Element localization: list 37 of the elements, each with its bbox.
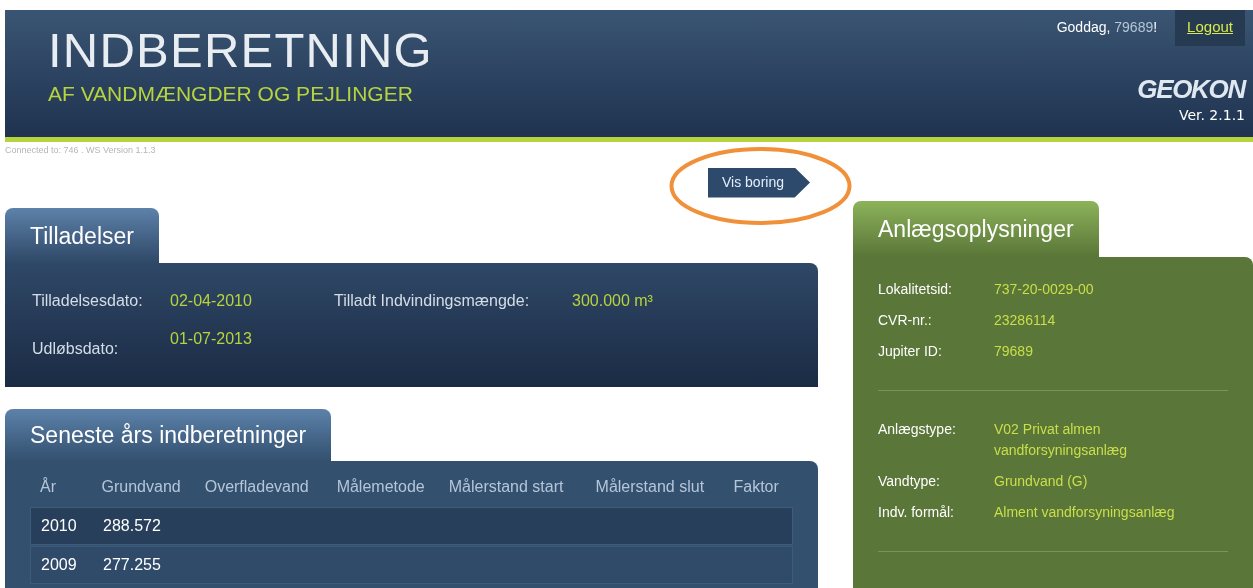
field-label: Jupiter ID: — [878, 341, 943, 361]
field-label: Tilladelsesdato: — [32, 291, 144, 311]
greeting-text: Goddag, 79689! — [1056, 18, 1158, 37]
table-cell-text: 277.255 — [103, 554, 162, 575]
field-value: 79689 — [994, 341, 1034, 361]
field-label: Anlægstype: — [878, 419, 957, 439]
table-cell-text: 288.572 — [103, 515, 162, 536]
company-logo: GEOKON — [1137, 76, 1245, 102]
field-value: V02 Privat almen vandforsyningsanlæg — [994, 419, 1129, 460]
column-header: År — [40, 476, 57, 497]
column-header: Målerstand start — [448, 476, 565, 497]
field-label: CVR-nr.: — [878, 310, 933, 330]
version-text: Ver. 2.1.1 — [1178, 106, 1245, 125]
column-header: Målerstand slut — [595, 476, 706, 497]
table-cell-text: 2009 — [41, 554, 78, 575]
column-header: Overfladevand — [204, 476, 310, 497]
app-subtitle: AF VANDMÆNGDER OG PEJLINGER — [48, 81, 414, 107]
table-cell-text: 2010 — [41, 515, 78, 536]
column-header: Målemetode — [336, 476, 426, 497]
column-header: Faktor — [733, 476, 780, 497]
field-value: 23286114 — [994, 310, 1057, 330]
column-header: Grundvand — [101, 476, 182, 497]
field-label: Vandtype: — [878, 471, 941, 491]
field-value: Grundvand (G) — [994, 471, 1089, 491]
field-value: 01-07-2013 — [170, 329, 252, 349]
field-value: 300.000 m³ — [572, 291, 653, 311]
field-value: 737-20-0029-00 — [994, 279, 1095, 299]
logout-link[interactable]: Logout — [1175, 10, 1245, 46]
field-label: Tilladt Indvindingsmængde: — [334, 291, 531, 311]
field-label: Lokalitetsid: — [878, 279, 953, 299]
field-value: Alment vandforsyningsanlæg — [994, 502, 1176, 522]
vis-boring-button[interactable]: Vis boring — [708, 167, 810, 198]
field-label: Indv. formål: — [878, 502, 955, 522]
connection-status: Connected to: 746 . WS Version 1.1.3 — [5, 144, 157, 157]
field-label: Udløbsdato: — [32, 339, 120, 359]
field-value: 02-04-2010 — [170, 291, 253, 311]
app-title: INDBERETNING — [48, 24, 433, 76]
